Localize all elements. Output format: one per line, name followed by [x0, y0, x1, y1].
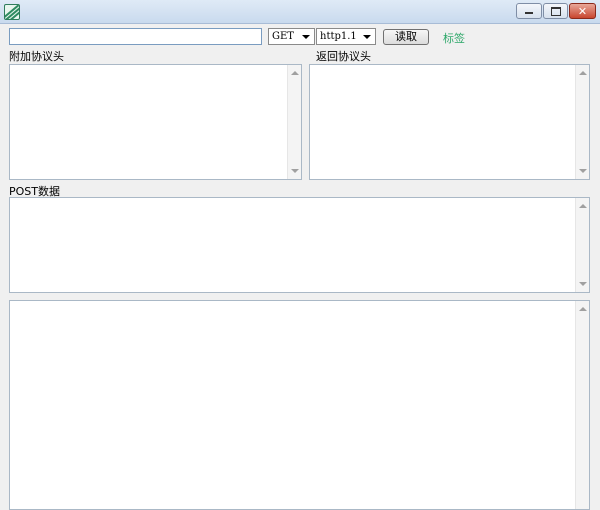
- response-headers-textarea[interactable]: [309, 64, 590, 180]
- chevron-down-icon: [363, 35, 371, 39]
- response-headers-scrollbar[interactable]: [575, 65, 589, 179]
- scroll-up-icon[interactable]: [291, 71, 299, 75]
- response-headers-label: 返回协议头: [316, 50, 371, 63]
- scroll-up-icon[interactable]: [579, 307, 587, 311]
- method-select-value: GET: [272, 31, 294, 42]
- minimize-icon: [517, 4, 541, 18]
- close-button[interactable]: ✕: [569, 3, 596, 19]
- maximize-icon: [544, 4, 567, 18]
- extra-headers-label: 附加协议头: [9, 50, 64, 63]
- maximize-button[interactable]: [543, 3, 568, 19]
- close-icon: ✕: [577, 4, 588, 18]
- tag-link[interactable]: 标签: [443, 30, 465, 46]
- scroll-down-icon[interactable]: [579, 282, 587, 286]
- app-icon: [4, 4, 20, 20]
- minimize-button[interactable]: [516, 3, 542, 19]
- scroll-down-icon[interactable]: [291, 169, 299, 173]
- http-version-select[interactable]: http1.1: [316, 28, 376, 45]
- scroll-up-icon[interactable]: [579, 204, 587, 208]
- title-bar[interactable]: ✕: [0, 0, 600, 24]
- url-input[interactable]: [9, 28, 262, 45]
- response-body-textarea[interactable]: [9, 300, 590, 510]
- scroll-down-icon[interactable]: [579, 169, 587, 173]
- method-select[interactable]: GET: [268, 28, 315, 45]
- extra-headers-scrollbar[interactable]: [287, 65, 301, 179]
- response-body-scrollbar[interactable]: [575, 301, 589, 509]
- scroll-up-icon[interactable]: [579, 71, 587, 75]
- chevron-down-icon: [302, 35, 310, 39]
- extra-headers-textarea[interactable]: [9, 64, 302, 180]
- http-version-select-value: http1.1: [320, 31, 357, 42]
- read-button[interactable]: 读取: [383, 29, 429, 45]
- post-data-scrollbar[interactable]: [575, 198, 589, 292]
- post-data-textarea[interactable]: [9, 197, 590, 293]
